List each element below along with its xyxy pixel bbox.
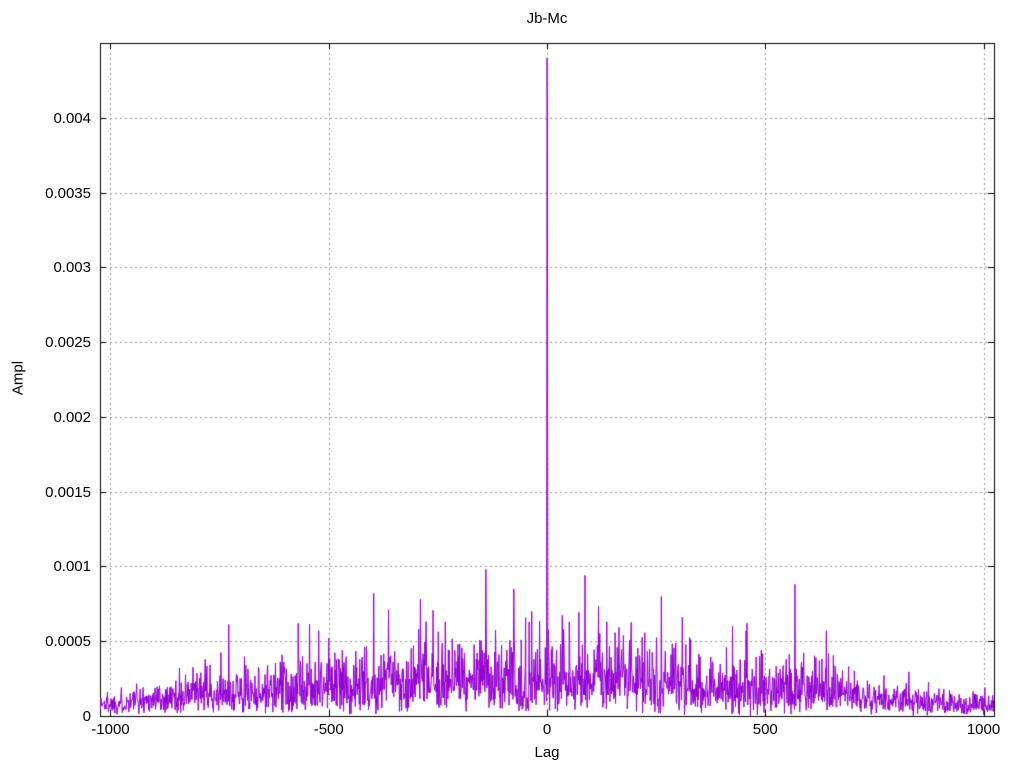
y-tick-label: 0.0035	[45, 184, 91, 202]
x-tick-label: 500	[752, 721, 778, 738]
correlation-chart-window: Jb-Mc Lag Ampl -1000 -500 0 500 1000 0 0.0005…	[0, 0, 1024, 768]
y-tick-label: 0.0005	[45, 633, 91, 651]
y-axis-label: Ampl	[9, 360, 27, 396]
chart-title: Jb-Mc	[526, 10, 568, 27]
y-tick-label: 0.002	[53, 408, 91, 426]
y-tick-label: 0.0025	[45, 334, 91, 352]
x-tick-label: -1000	[91, 721, 130, 738]
x-tick-label: 1000	[966, 721, 1001, 738]
y-tick-label: 0.0015	[45, 483, 91, 501]
x-tick-label: 0	[542, 721, 552, 738]
y-tick-label: 0.001	[53, 558, 91, 576]
y-tick-label: 0.003	[53, 259, 91, 277]
plot-canvas	[0, 0, 1024, 768]
x-axis-label: Lag	[534, 744, 560, 761]
x-tick-label: -500	[313, 721, 344, 738]
y-tick-label: 0	[82, 708, 91, 725]
y-tick-label: 0.004	[53, 109, 91, 127]
